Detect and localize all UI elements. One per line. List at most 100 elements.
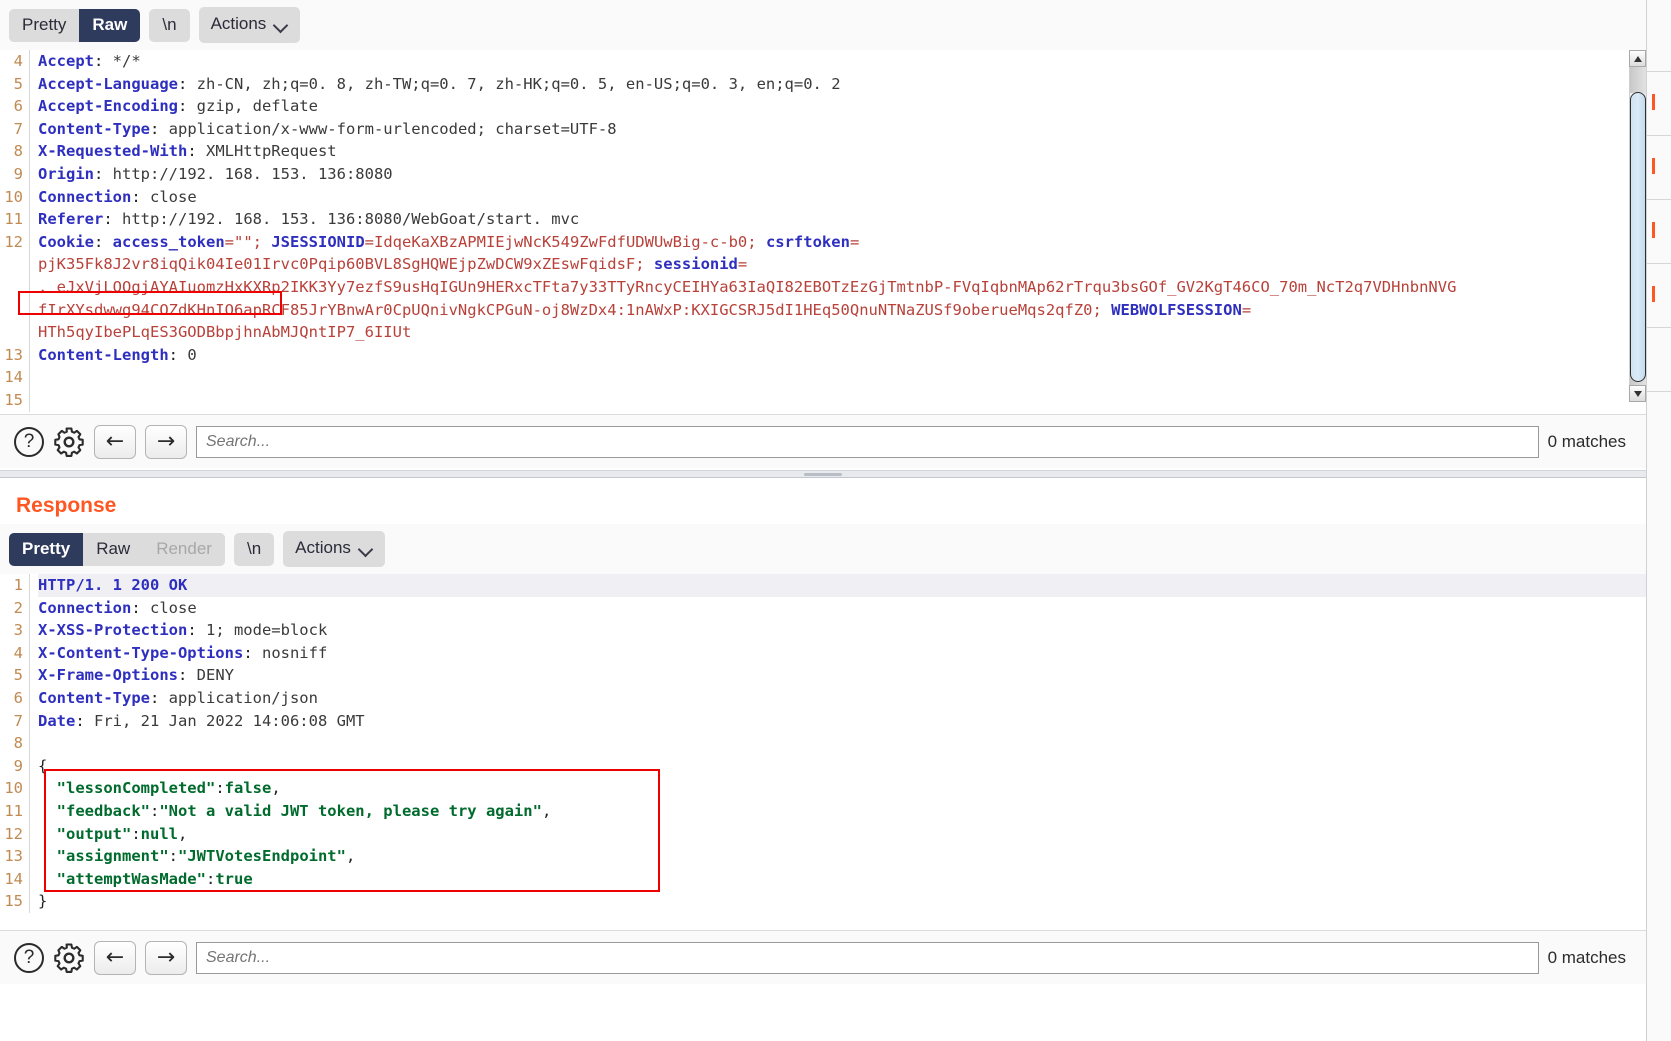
code-line: "assignment":"JWTVotesEndpoint", bbox=[38, 847, 356, 866]
tab-response-pretty[interactable]: Pretty bbox=[9, 532, 84, 566]
line-number: 7 bbox=[13, 119, 23, 138]
response-line-numbers: 1 2 3 4 5 6 7 8 9 10 11 12 13 14 15 bbox=[0, 574, 30, 913]
response-toolbar: Pretty Raw Render \n Actions bbox=[0, 524, 1646, 574]
code-line: "lessonCompleted":false, bbox=[38, 779, 281, 798]
response-title: Response bbox=[16, 494, 117, 517]
line-number: 11 bbox=[4, 210, 23, 229]
line-number: 11 bbox=[4, 801, 23, 820]
request-actions-label: Actions bbox=[210, 14, 267, 33]
line-number: 12 bbox=[4, 232, 23, 251]
code-line: Accept-Encoding: gzip, deflate bbox=[38, 97, 318, 116]
request-search-prev-button[interactable]: ← bbox=[94, 424, 136, 459]
code-line: X-Requested-With: XMLHttpRequest bbox=[38, 142, 337, 161]
chevron-down-icon bbox=[360, 544, 373, 552]
request-code-content[interactable]: Accept: */* Accept-Language: zh-CN, zh;q=… bbox=[30, 50, 1646, 412]
line-number: 15 bbox=[4, 892, 23, 911]
code-line: pjK35Fk8J2vr8iqQik04Ie01Irvc0Pqip60BVL8S… bbox=[38, 255, 748, 274]
burp-message-viewer: Pretty Raw \n Actions 4 5 6 7 8 9 10 11 12 13 14 15… bbox=[0, 0, 1671, 1041]
code-line: "feedback":"Not a valid JWT token, pleas… bbox=[38, 801, 552, 820]
line-number: 2 bbox=[13, 598, 23, 617]
scroll-up-icon[interactable] bbox=[1629, 50, 1646, 67]
line-number: 5 bbox=[13, 74, 23, 93]
response-code-area[interactable]: 1 2 3 4 5 6 7 8 9 10 11 12 13 14 15 HTTP/1. 1 200 OK Co… bbox=[0, 574, 1646, 913]
code-line: . eJxVjLOOgjAYAIuomzHxKXRp2IKK3Yy7ezfS9u… bbox=[38, 277, 1457, 296]
response-settings-button[interactable] bbox=[53, 942, 85, 974]
code-line: Accept-Language: zh-CN, zh;q=0. 8, zh-TW… bbox=[38, 74, 841, 93]
response-format-tabs: Pretty Raw Render bbox=[9, 532, 225, 566]
response-newline-toggle[interactable]: \n bbox=[233, 532, 275, 566]
code-line: Content-Type: application/json bbox=[38, 688, 318, 707]
line-number: 14 bbox=[4, 368, 23, 387]
request-pane: Pretty Raw \n Actions 4 5 6 7 8 9 10 11 12 13 14 15… bbox=[0, 0, 1646, 470]
response-match-count: 0 matches bbox=[1547, 947, 1626, 967]
line-number: 10 bbox=[4, 187, 23, 206]
code-line: "attemptWasMade":true bbox=[38, 869, 253, 888]
code-line: Cookie: access_token=""; JSESSIONID=Idqe… bbox=[38, 232, 860, 251]
request-toolbar: Pretty Raw \n Actions bbox=[0, 0, 1646, 50]
response-actions-menu[interactable]: Actions bbox=[283, 531, 385, 567]
request-settings-button[interactable] bbox=[53, 426, 85, 458]
tab-request-raw[interactable]: Raw bbox=[79, 8, 141, 42]
response-actions-label: Actions bbox=[295, 538, 351, 557]
request-vertical-scrollbar[interactable] bbox=[1629, 50, 1646, 402]
line-number: 13 bbox=[4, 847, 23, 866]
tab-request-pretty[interactable]: Pretty bbox=[9, 8, 80, 42]
code-line: X-Frame-Options: DENY bbox=[38, 666, 234, 685]
tab-response-render[interactable]: Render bbox=[143, 532, 225, 566]
line-number bbox=[0, 321, 23, 344]
code-line: HTTP/1. 1 200 OK bbox=[38, 574, 1646, 597]
request-match-count: 0 matches bbox=[1547, 431, 1626, 451]
strip-segment bbox=[1647, 72, 1671, 136]
request-code-area[interactable]: 4 5 6 7 8 9 10 11 12 13 14 15 Accept: */* Accept-Lan… bbox=[0, 50, 1646, 412]
line-number: 7 bbox=[13, 711, 23, 730]
strip-segment bbox=[1647, 264, 1671, 328]
code-line: fIrXYsdwwg94COZdKHnIO6apRCF85JrYBnwAr0Cp… bbox=[38, 300, 1252, 319]
arrow-right-icon: → bbox=[156, 945, 176, 970]
line-number bbox=[0, 299, 23, 322]
question-mark-icon: ? bbox=[14, 942, 44, 973]
code-line: Date: Fri, 21 Jan 2022 14:06:08 GMT bbox=[38, 711, 365, 730]
arrow-left-icon: ← bbox=[105, 429, 125, 454]
line-number: 9 bbox=[13, 756, 23, 775]
request-search-bar: ? ← → 0 matches bbox=[0, 414, 1646, 468]
code-line: Accept: */* bbox=[38, 52, 141, 70]
splitter-grip bbox=[804, 473, 842, 476]
question-mark-icon: ? bbox=[14, 426, 44, 457]
gear-icon bbox=[54, 426, 84, 457]
code-line: Origin: http://192. 168. 153. 136:8080 bbox=[38, 164, 393, 183]
request-actions-menu[interactable]: Actions bbox=[198, 7, 301, 43]
line-number: 3 bbox=[13, 621, 23, 640]
right-edge-strip bbox=[1646, 0, 1671, 1041]
line-number: 10 bbox=[4, 779, 23, 798]
response-search-prev-button[interactable]: ← bbox=[94, 940, 136, 975]
response-code-content[interactable]: HTTP/1. 1 200 OK Connection: close X-XSS-P… bbox=[30, 574, 1646, 913]
response-help-button[interactable]: ? bbox=[14, 942, 44, 973]
request-help-button[interactable]: ? bbox=[14, 426, 44, 457]
scrollbar-thumb[interactable] bbox=[1630, 92, 1646, 382]
gear-icon bbox=[54, 942, 84, 973]
strip-segment bbox=[1647, 136, 1671, 200]
line-number: 8 bbox=[13, 142, 23, 161]
code-line: Connection: close bbox=[38, 187, 197, 206]
line-number: 4 bbox=[13, 52, 23, 70]
scrollbar-track-top[interactable] bbox=[1630, 67, 1646, 93]
request-search-next-button[interactable]: → bbox=[145, 424, 187, 459]
code-line: HTh5qyIbePLqES3GODBbpjhnAbMJQntIP7_6IIUt bbox=[38, 323, 412, 342]
response-search-next-button[interactable]: → bbox=[145, 940, 187, 975]
code-line: Referer: http://192. 168. 153. 136:8080/… bbox=[38, 210, 580, 229]
line-number bbox=[0, 276, 23, 299]
tab-response-raw[interactable]: Raw bbox=[83, 532, 144, 566]
line-number: 6 bbox=[13, 688, 23, 707]
line-number: 14 bbox=[4, 869, 23, 888]
response-search-input[interactable] bbox=[196, 941, 1539, 974]
request-search-input[interactable] bbox=[196, 425, 1539, 458]
scroll-down-icon[interactable] bbox=[1629, 385, 1646, 402]
request-newline-toggle[interactable]: \n bbox=[149, 8, 190, 42]
strip-segment bbox=[1647, 200, 1671, 264]
code-line: Connection: close bbox=[38, 598, 197, 617]
arrow-left-icon: ← bbox=[105, 945, 125, 970]
pane-splitter[interactable] bbox=[0, 470, 1646, 478]
